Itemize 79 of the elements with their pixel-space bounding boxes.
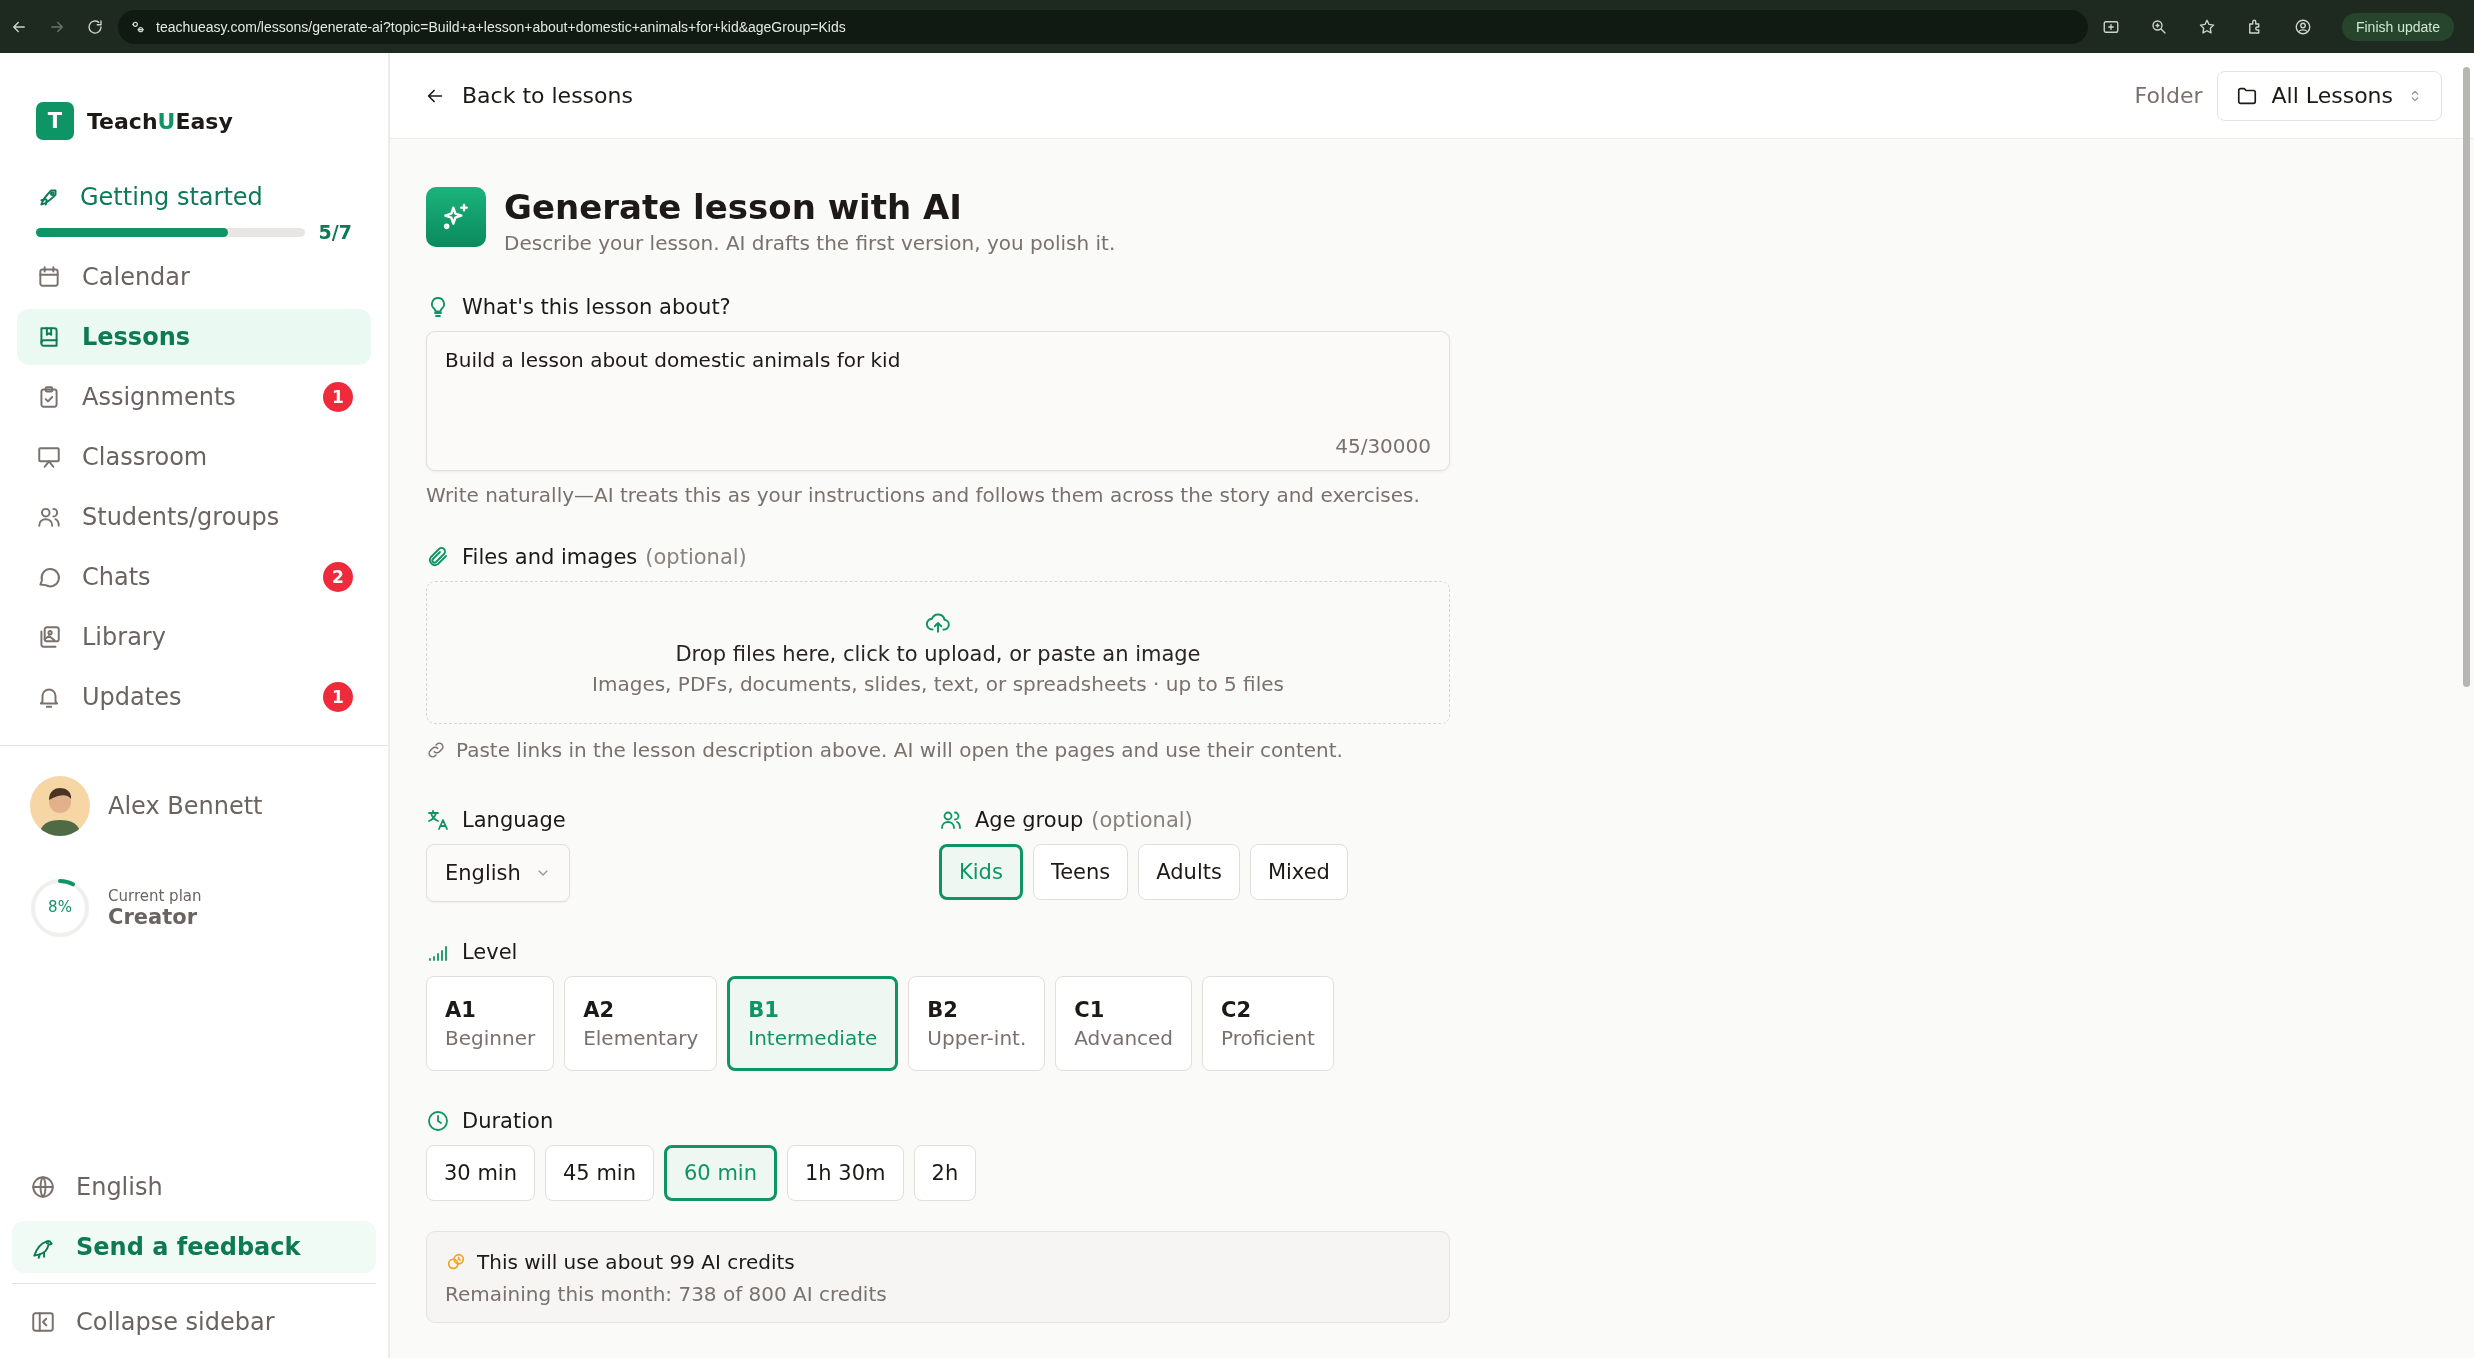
link-icon <box>426 740 446 760</box>
age-option[interactable]: Kids <box>939 844 1023 900</box>
calendar-icon <box>36 264 62 290</box>
field-label: Level <box>462 940 518 964</box>
helper-text: Write naturally—AI treats this as your instructions and follows them across the story and exercises. <box>426 483 1421 507</box>
nav-item[interactable]: Calendar <box>17 249 371 305</box>
collapse-sidebar-button[interactable]: Collapse sidebar <box>12 1296 376 1348</box>
user-name: Alex Bennett <box>108 792 263 820</box>
usage-ring <box>30 878 90 938</box>
profile-icon <box>2293 17 2312 36</box>
lesson-topic-field[interactable]: Build a lesson about domestic animals for kid 45/30000 <box>426 331 1450 471</box>
plan-label: Current plan <box>108 887 202 905</box>
paperclip-icon <box>426 545 450 569</box>
address-bar[interactable]: teachueasy.com/lessons/generate-ai?topic=Build+a+lesson+about+domestic+animals+for+kid&ageGroup=Kids <box>118 9 2088 44</box>
level-option[interactable]: A2 Elementary <box>564 976 718 1071</box>
reload-icon <box>86 17 104 36</box>
sidebar-collapse-icon <box>30 1309 56 1335</box>
logo-icon: T <box>36 102 74 140</box>
file-drop-zone[interactable]: Drop files here, click to upload, or paste an image Images, PDFs, documents, slides, text, or spreadsheets · up to 5 files <box>426 581 1450 724</box>
duration-option[interactable]: 2h <box>913 1145 977 1201</box>
duration-option[interactable]: 30 min <box>426 1145 535 1201</box>
sparkles-icon <box>426 187 486 247</box>
field-label: Files and images <box>462 545 638 569</box>
avatar <box>30 776 90 836</box>
drop-zone-subtitle: Images, PDFs, documents, slides, text, or spreadsheets · up to 5 files <box>592 671 1284 696</box>
level-option[interactable]: A1 Beginner <box>426 976 555 1071</box>
character-counter: 45/30000 <box>1335 434 1431 458</box>
duration-option[interactable]: 60 min <box>664 1145 777 1201</box>
field-label: Language <box>462 808 566 832</box>
nav-item[interactable]: Updates 1 <box>17 669 371 725</box>
folder-label: Folder <box>2134 83 2203 108</box>
nav-item[interactable]: Chats 2 <box>17 549 371 605</box>
brand-name: TeachUEasy <box>87 108 233 134</box>
level-option[interactable]: C2 Proficient <box>1202 976 1334 1071</box>
page-subtitle: Describe your lesson. AI drafts the first version, you polish it. <box>504 231 1116 255</box>
count-badge: 1 <box>323 382 353 412</box>
folder-dropdown[interactable]: All Lessons <box>2216 70 2442 121</box>
age-option[interactable]: Mixed <box>1249 844 1348 900</box>
field-label: Age group <box>975 808 1084 832</box>
count-badge: 2 <box>323 562 353 592</box>
star-icon <box>2197 17 2216 36</box>
url-text: teachueasy.com/lessons/generate-ai?topic=Build+a+lesson+about+domestic+animals+for+kid&ageGroup=Kids <box>156 18 846 35</box>
nav-item[interactable]: Assignments 1 <box>17 369 371 425</box>
nav-item[interactable]: Library <box>17 609 371 665</box>
level-option[interactable]: C1 Advanced <box>1055 976 1193 1071</box>
clock-icon <box>426 1109 450 1133</box>
language-dropdown[interactable]: English <box>426 844 570 902</box>
progress-count: 5/7 <box>318 221 352 243</box>
page-title: Generate lesson with AI <box>504 186 963 229</box>
level-option[interactable]: B1 Intermediate <box>727 976 899 1071</box>
feedback-button[interactable]: Send a feedback <box>12 1221 376 1273</box>
getting-started-link[interactable]: Getting started <box>36 183 352 211</box>
field-label: What's this lesson about? <box>462 295 731 319</box>
level-option[interactable]: B2 Upper-int. <box>908 976 1046 1071</box>
scrollbar[interactable] <box>2463 67 2470 687</box>
nav-item[interactable]: Students/groups <box>17 489 371 545</box>
translate-icon <box>426 808 450 832</box>
nav-item[interactable]: Lessons <box>17 309 371 365</box>
optional-note: (optional) <box>1091 808 1193 832</box>
optional-note: (optional) <box>645 545 747 569</box>
drop-zone-title: Drop files here, click to upload, or paste an image <box>675 641 1201 666</box>
back-link[interactable]: Back to lessons <box>424 83 633 108</box>
nav-item[interactable]: Classroom <box>17 429 371 485</box>
language-link[interactable]: English <box>12 1161 376 1213</box>
zoom-icon <box>2149 17 2168 36</box>
duration-option[interactable]: 45 min <box>545 1145 654 1201</box>
count-badge: 1 <box>323 682 353 712</box>
globe-icon <box>30 1174 56 1200</box>
helper-text: Paste links in the lesson description above. AI will open the pages and use their content. <box>456 738 1343 762</box>
presentation-board-icon <box>36 444 62 470</box>
credits-remaining: Remaining this month: 738 of 800 AI credits <box>445 1282 888 1306</box>
age-option[interactable]: Adults <box>1138 844 1240 900</box>
credits-estimate: This will use about 99 AI credits <box>477 1250 795 1274</box>
field-label: Duration <box>462 1109 554 1133</box>
update-button[interactable]: Finish update <box>2341 12 2454 41</box>
age-option[interactable]: Teens <box>1032 844 1129 900</box>
plan-name: Creator <box>108 905 198 929</box>
duration-option[interactable]: 1h 30m <box>787 1145 904 1201</box>
usage-percent: 8% <box>47 898 73 916</box>
